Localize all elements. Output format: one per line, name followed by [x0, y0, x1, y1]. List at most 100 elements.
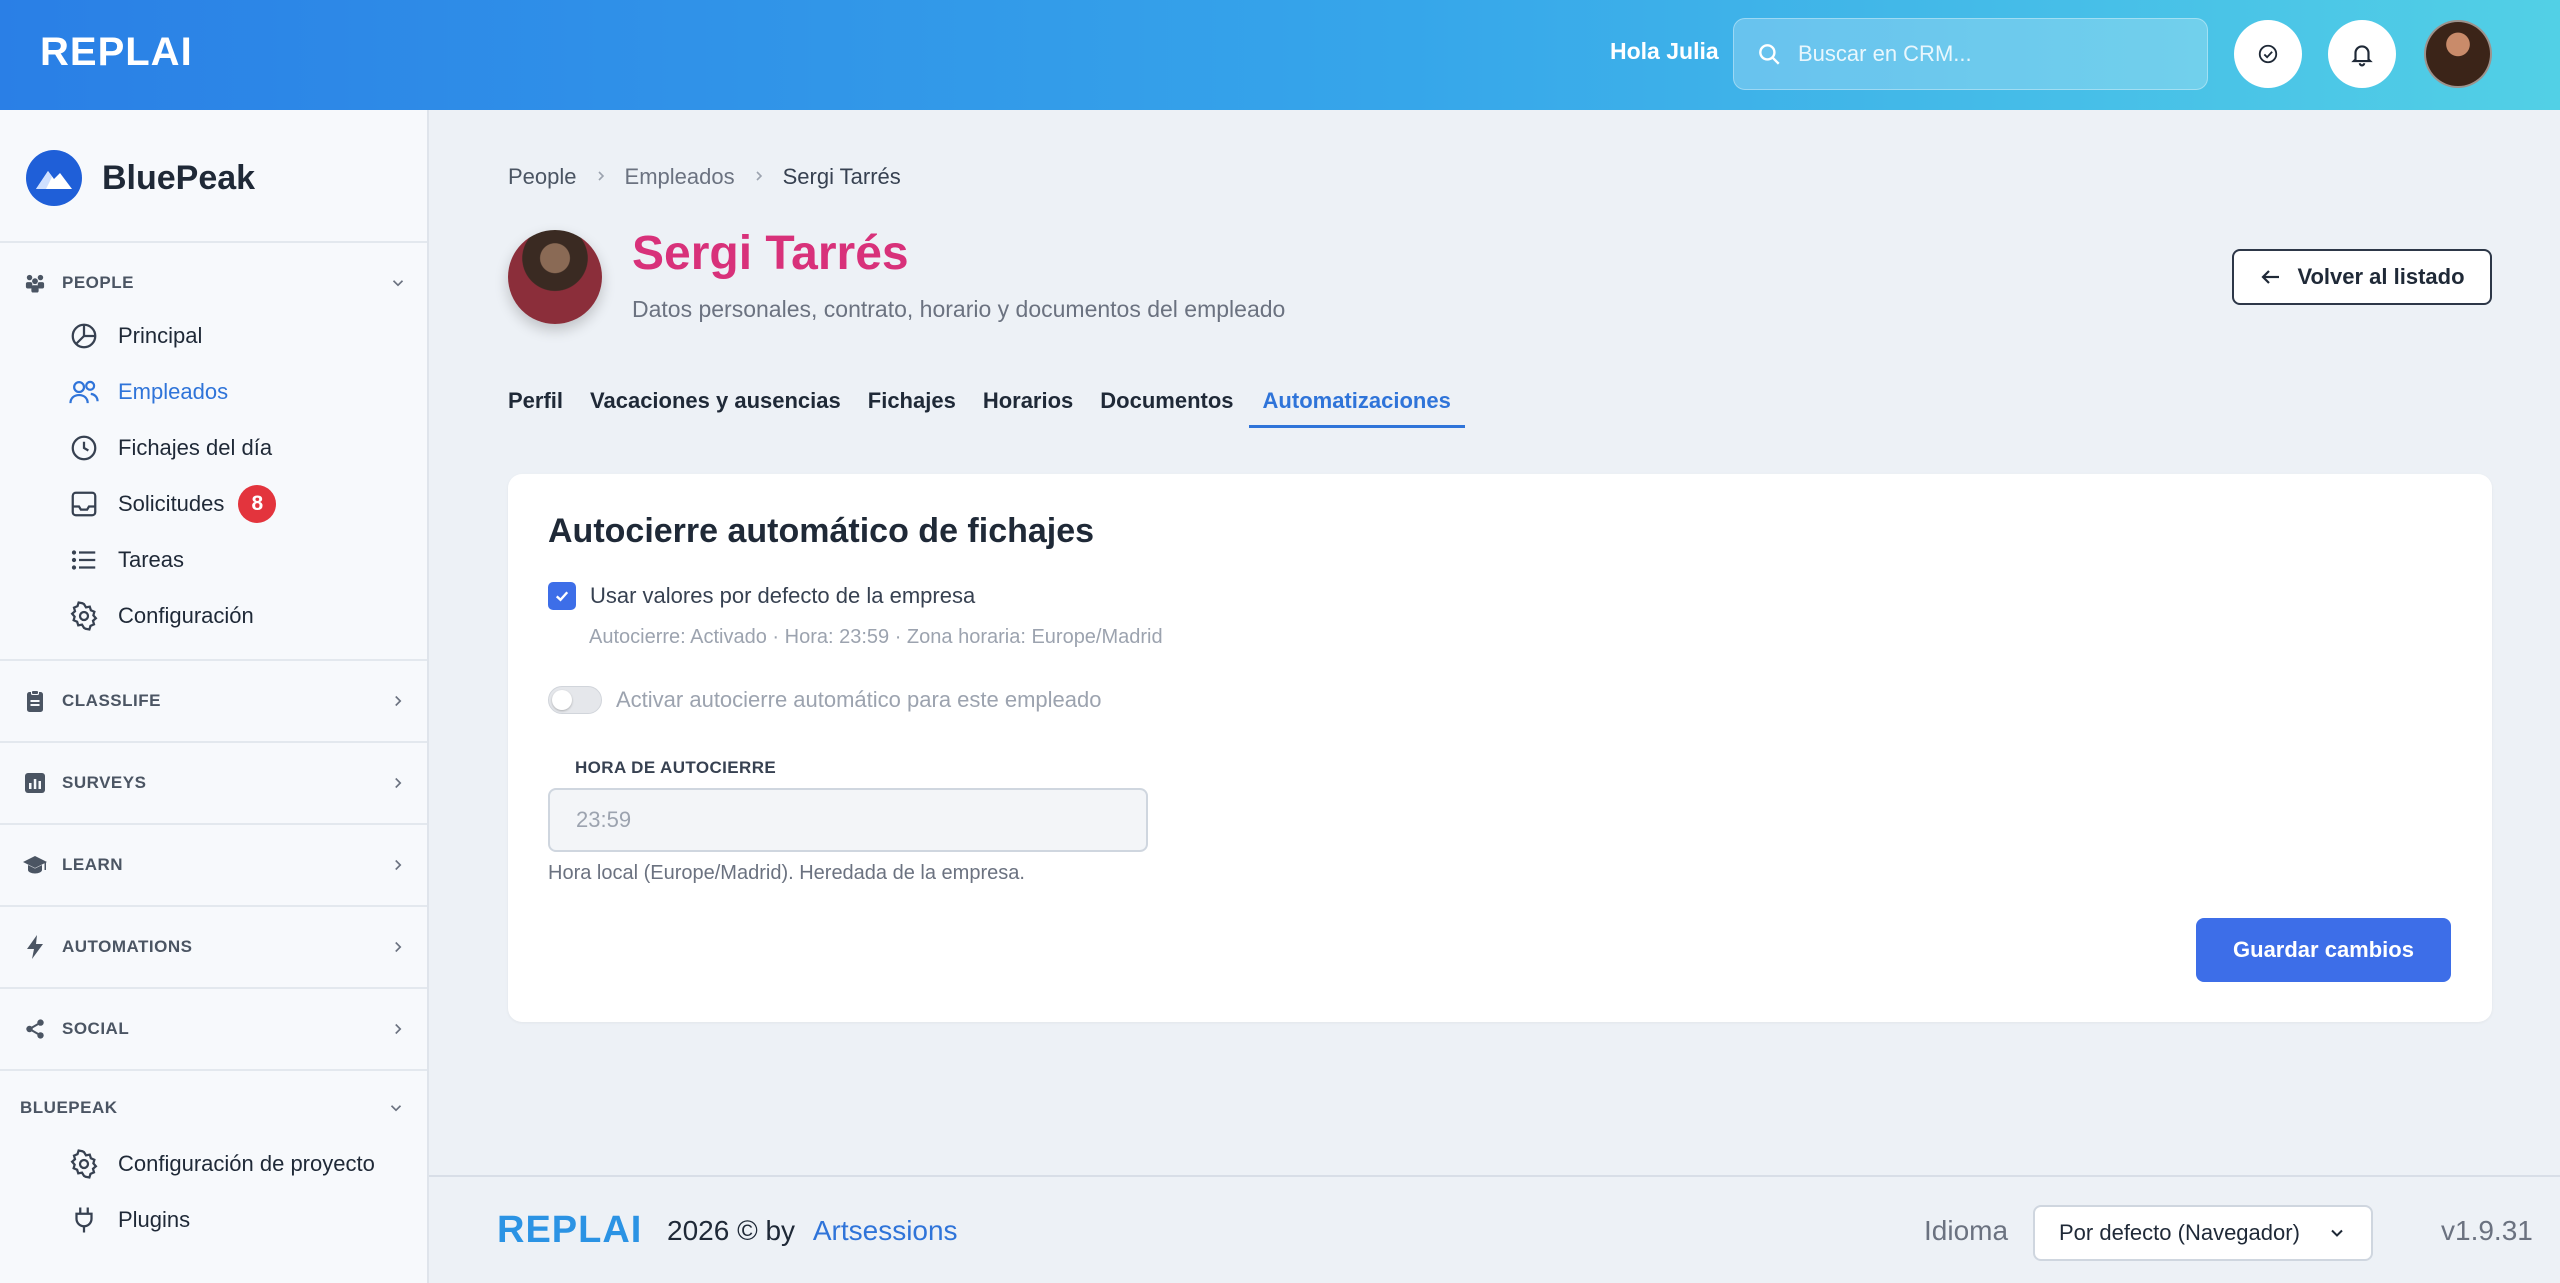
- tab-fichajes[interactable]: Fichajes: [868, 388, 956, 428]
- org-switcher[interactable]: BluePeak: [26, 150, 255, 206]
- tab-horarios[interactable]: Horarios: [983, 388, 1073, 428]
- autoclose-toggle[interactable]: [548, 686, 602, 714]
- graduation-cap-icon: [22, 852, 48, 878]
- app-version: v1.9.31: [2441, 1215, 2533, 1246]
- list-icon: [68, 544, 100, 576]
- divider: [0, 987, 427, 989]
- replai-logo[interactable]: REPLAI: [40, 30, 193, 75]
- tab-vacaciones[interactable]: Vacaciones y ausencias: [590, 388, 841, 428]
- divider: [0, 659, 427, 661]
- divider: [0, 741, 427, 743]
- toggle-knob: [552, 690, 572, 710]
- language-select[interactable]: Por defecto (Navegador): [2033, 1205, 2373, 1261]
- search-icon: [1759, 44, 1780, 65]
- top-header: REPLAI Hola Julia: [0, 0, 2560, 110]
- tab-perfil[interactable]: Perfil: [508, 388, 563, 428]
- share-icon: [22, 1016, 48, 1042]
- bell-icon: [2351, 45, 2373, 67]
- section-bluepeak[interactable]: BLUEPEAK: [20, 1098, 405, 1118]
- section-label: AUTOMATIONS: [62, 937, 193, 956]
- autoclose-card: Autocierre automático de fichajes Usar v…: [508, 474, 2492, 1022]
- back-button-label: Volver al listado: [2297, 264, 2465, 289]
- sidebar-item-solicitudes[interactable]: Solicitudes 8: [68, 484, 277, 524]
- section-surveys[interactable]: SURVEYS: [22, 770, 407, 796]
- use-defaults-checkbox[interactable]: [548, 582, 576, 610]
- section-classlife[interactable]: CLASSLIFE: [22, 688, 407, 714]
- sidebar-item-config-proyecto[interactable]: Configuración de proyecto: [68, 1144, 375, 1184]
- autoclose-toggle-row: Activar autocierre automático para este …: [548, 686, 1101, 714]
- bar-chart-icon: [22, 770, 48, 796]
- clipboard-icon: [22, 688, 48, 714]
- section-social[interactable]: SOCIAL: [22, 1016, 407, 1042]
- section-label: BLUEPEAK: [20, 1098, 118, 1117]
- sidebar-item-configuracion[interactable]: Configuración: [68, 596, 254, 636]
- breadcrumb-current: Sergi Tarrés: [782, 164, 901, 189]
- search-box[interactable]: [1733, 18, 2208, 90]
- card-title: Autocierre automático de fichajes: [548, 512, 1095, 550]
- section-automations[interactable]: AUTOMATIONS: [22, 934, 407, 960]
- breadcrumb: People Empleados Sergi Tarrés: [508, 164, 901, 190]
- page-title: Sergi Tarrés: [632, 227, 909, 280]
- org-name: BluePeak: [102, 158, 256, 197]
- section-people[interactable]: PEOPLE: [22, 270, 407, 296]
- check-circle-icon: [2258, 44, 2278, 64]
- divider: [0, 241, 427, 243]
- defaults-info: Autocierre: Activado · Hora: 23:59 · Zon…: [589, 626, 1163, 648]
- section-label: SOCIAL: [62, 1019, 130, 1038]
- sidebar-item-label: Configuración de proyecto: [118, 1151, 375, 1176]
- page-subtitle: Datos personales, contrato, horario y do…: [632, 296, 1286, 322]
- footer: REPLAI 2026 © by Artsessions Idioma Por …: [429, 1175, 2560, 1283]
- employee-avatar: [508, 230, 602, 324]
- employee-tabs: Perfil Vacaciones y ausencias Fichajes H…: [508, 388, 1478, 428]
- chevron-right-icon: [395, 941, 402, 953]
- footer-logo: REPLAI: [497, 1209, 643, 1251]
- greeting: Hola Julia: [1610, 38, 1719, 64]
- autoclose-time-field[interactable]: [548, 788, 1148, 852]
- chevron-down-icon: [390, 1105, 402, 1112]
- clock-icon: [68, 432, 100, 464]
- divider: [0, 823, 427, 825]
- user-avatar[interactable]: [2424, 20, 2492, 88]
- lightning-icon: [22, 934, 48, 960]
- checkmark-icon: [555, 591, 569, 602]
- tab-automatizaciones[interactable]: Automatizaciones: [1248, 388, 1466, 428]
- pie-chart-icon: [68, 320, 100, 352]
- people-group-icon: [22, 270, 48, 296]
- sidebar-item-label: Empleados: [118, 379, 229, 404]
- sidebar-item-plugins[interactable]: Plugins: [68, 1200, 190, 1240]
- sidebar-item-label: Principal: [118, 323, 203, 348]
- gear-icon: [68, 600, 100, 632]
- chevron-down-icon: [392, 280, 404, 287]
- section-label: LEARN: [62, 855, 124, 874]
- search-input[interactable]: [1798, 41, 2178, 67]
- breadcrumb-people[interactable]: People: [508, 164, 577, 190]
- footer-copyright: 2026 © by Artsessions: [667, 1215, 958, 1247]
- sidebar-item-tareas[interactable]: Tareas: [68, 540, 184, 580]
- gear-icon: [68, 1148, 100, 1180]
- artsessions-link[interactable]: Artsessions: [813, 1215, 958, 1246]
- sidebar-item-fichajes[interactable]: Fichajes del día: [68, 428, 272, 468]
- chevron-right-icon: [593, 164, 609, 190]
- chevron-right-icon: [395, 695, 402, 707]
- chevron-right-icon: [751, 164, 767, 190]
- tasks-button[interactable]: [2234, 20, 2302, 88]
- save-button[interactable]: Guardar cambios: [2196, 918, 2451, 982]
- sidebar-item-label: Configuración: [118, 603, 254, 628]
- chevron-right-icon: [395, 777, 402, 789]
- back-to-list-button[interactable]: Volver al listado: [2232, 249, 2492, 305]
- autoclose-time-input[interactable]: [576, 807, 1116, 833]
- tab-documentos[interactable]: Documentos: [1100, 388, 1233, 428]
- sidebar-item-label: Solicitudes: [118, 491, 225, 516]
- field-label: HORA DE AUTOCIERRE: [575, 758, 777, 777]
- notifications-button[interactable]: [2328, 20, 2396, 88]
- sidebar: BluePeak PEOPLE Principal Empleados Fich…: [0, 110, 429, 1283]
- sidebar-item-empleados[interactable]: Empleados: [68, 372, 228, 412]
- section-learn[interactable]: LEARN: [22, 852, 407, 878]
- breadcrumb-empleados[interactable]: Empleados: [625, 164, 735, 190]
- plug-icon: [68, 1204, 100, 1236]
- copyright-text: 2026 © by: [667, 1215, 796, 1246]
- sidebar-item-principal[interactable]: Principal: [68, 316, 202, 356]
- section-label: SURVEYS: [62, 773, 147, 792]
- toggle-label: Activar autocierre automático para este …: [616, 687, 1102, 712]
- users-icon: [68, 376, 100, 408]
